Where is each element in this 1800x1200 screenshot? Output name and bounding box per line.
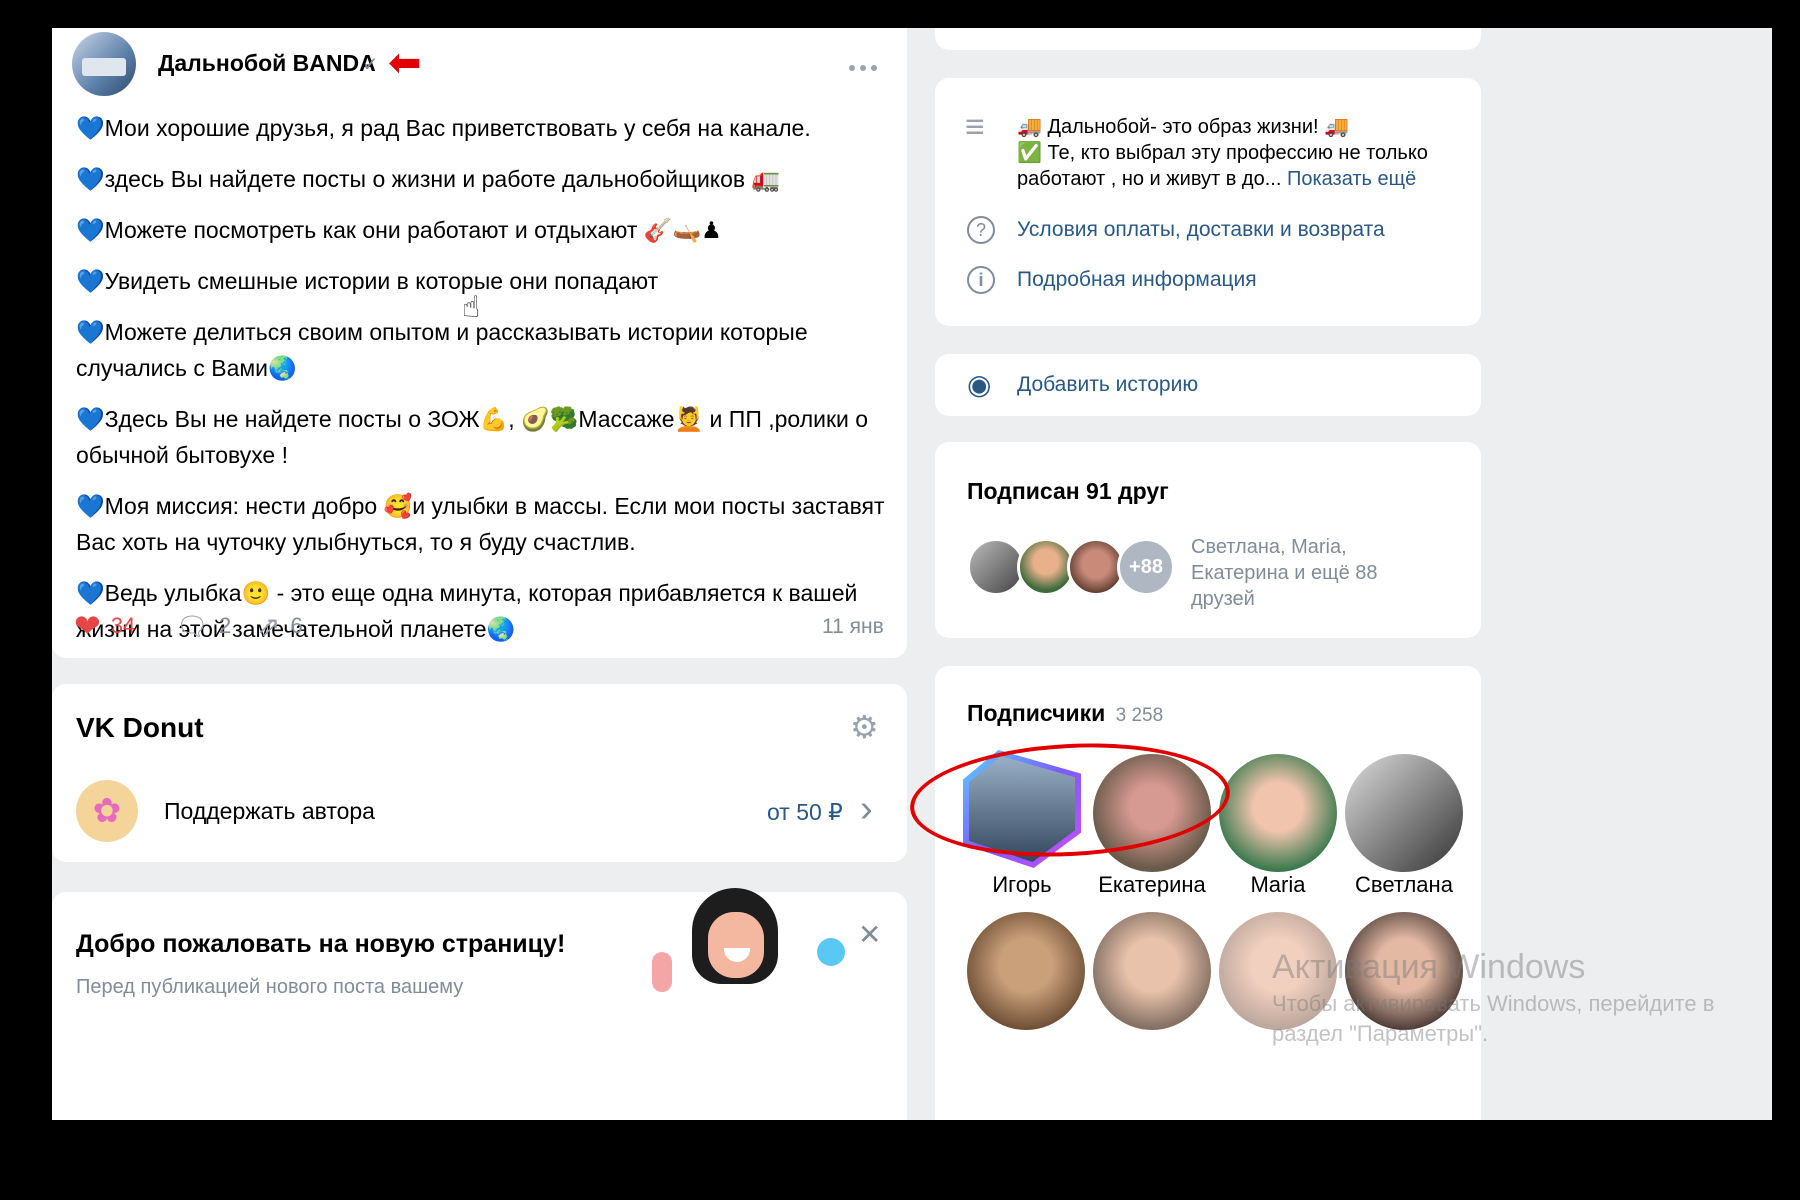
lightbulb-icon [817,938,845,966]
group-avatar[interactable] [72,32,136,96]
share-button[interactable]: ⇗ 6 [257,606,303,646]
welcome-card: Добро пожаловать на новую страницу! Пере… [52,888,907,1120]
subscriber-avatar[interactable] [1219,754,1337,872]
hand-shape [652,952,672,992]
subscriber-name[interactable]: Екатерина [1082,872,1222,898]
heart-icon: 💙 [76,319,105,345]
heart-icon: 💙 [76,580,105,606]
question-icon: ? [967,216,995,244]
windows-watermark: Активация Windows Чтобы активировать Win… [1272,948,1714,1047]
settings-icon[interactable]: ⚙ [850,708,879,746]
comment-count: 2 [219,613,232,638]
post-menu-button[interactable] [849,58,882,76]
like-count: 34 [110,613,136,638]
subscribers-count: 3 258 [1115,705,1164,726]
subscriber-avatar[interactable] [1093,912,1211,1030]
welcome-illustration [652,888,832,992]
heart-icon: 💙 [76,166,105,192]
watermark-title: Активация Windows [1272,948,1586,986]
truck-image [82,58,126,76]
post-paragraph: 💙здесь Вы найдете посты о жизни и работе… [76,166,781,192]
share-count: 6 [290,613,303,638]
friends-title[interactable]: Подписан 91 друг [967,478,1169,505]
details-link[interactable]: Подробная информация [1017,268,1257,292]
more-friends-badge[interactable]: +88 [1117,538,1175,596]
post-paragraph: 💙Увидеть смешные истории в которые они п… [76,268,659,294]
post-card: Дальнобой BANDA ✓ ⬅ 💙Мои хорошие друзья,… [52,28,907,658]
welcome-title: Добро пожаловать на новую страницу! [76,930,566,958]
heart-icon: 💙 [76,493,105,519]
add-story-link[interactable]: Добавить историю [1017,373,1198,397]
vk-donut-card: VK Donut ⚙ ✿ Поддержать автора от 50 ₽ › [52,684,907,862]
verified-icon: ✓ [362,54,379,76]
subscribers-title[interactable]: Подписчики 3 258 [967,700,1163,727]
post-date[interactable]: 11 янв [822,615,884,639]
comment-button[interactable]: 🗨 2 [176,606,231,646]
share-icon: ⇗ [257,610,281,642]
group-description[interactable]: 🚚 Дальнобой- это образ жизни! 🚚 ✅ Те, кт… [1017,114,1467,192]
watermark-text: Чтобы активировать Windows, перейдите в [1272,991,1715,1016]
info-icon: i [967,266,995,294]
description-menu-icon: ≡ [965,108,985,146]
heart-icon: 💙 [76,115,105,141]
welcome-subtitle: Перед публикацией нового поста вашему [76,976,464,998]
support-author-link[interactable]: Поддержать автора [164,798,375,825]
chevron-right-icon[interactable]: › [860,788,873,831]
donut-badge-icon: ✿ [76,780,138,842]
watermark-text: раздел "Параметры". [1272,1021,1489,1046]
donut-price[interactable]: от 50 ₽ [767,799,843,826]
post-text: 💙Мои хорошие друзья, я рад Вас приветств… [76,110,886,662]
post-paragraph: 💙Можете посмотреть как они работают и от… [76,217,722,243]
heart-like-icon: ❤ [74,608,101,644]
subscriber-name[interactable]: Maria [1208,872,1348,898]
vk-page: Дальнобой BANDA ✓ ⬅ 💙Мои хорошие друзья,… [52,28,1772,1120]
donut-title: VK Donut [76,712,204,743]
heart-icon: 💙 [76,406,105,432]
subscriber-name[interactable]: Игорь [952,872,1092,898]
terms-link[interactable]: Условия оплаты, доставки и возврата [1017,218,1385,242]
subscriber-avatar[interactable] [1345,754,1463,872]
subscribers-card: Подписчики 3 258 Игорь Екатерина Maria С… [935,666,1481,1120]
heart-icon: 💙 [76,268,105,294]
story-camera-icon: ◉ [967,369,992,400]
subscriber-name[interactable]: Светлана [1334,872,1474,898]
post-paragraph: 💙Здесь Вы не найдете посты о ЗОЖ💪, 🥑🥦Мас… [76,406,869,468]
show-more-link[interactable]: Показать ещё [1287,168,1416,190]
group-info-card: ≡ 🚚 Дальнобой- это образ жизни! 🚚 ✅ Те, … [935,78,1481,326]
friends-card: Подписан 91 друг +88 Светлана, Maria, Ек… [935,442,1481,638]
description-line: 🚚 Дальнобой- это образ жизни! 🚚 [1017,116,1350,138]
group-name[interactable]: Дальнобой BANDA [158,50,376,77]
close-icon[interactable]: ✕ [858,918,881,951]
character-face [708,912,764,978]
annotation-arrow: ⬅ [388,41,422,85]
comment-icon: 🗨 [176,610,210,641]
post-paragraph: 💙Моя миссия: нести добро 🥰и улыбки в мас… [76,493,885,555]
add-story-card[interactable]: ◉ Добавить историю [935,354,1481,416]
hand-cursor-icon: ☝ [462,291,481,324]
description-line: ✅ Те, кто выбрал эту профессию не только… [1017,142,1428,190]
subscriber-avatar[interactable] [967,912,1085,1030]
heart-icon: 💙 [76,217,105,243]
post-paragraph: 💙Мои хорошие друзья, я рад Вас приветств… [76,115,811,141]
like-button[interactable]: ❤ 34 [74,606,135,646]
friends-names[interactable]: Светлана, Maria, Екатерина и ещё 88 друз… [1191,534,1421,612]
top-right-card [935,28,1481,50]
